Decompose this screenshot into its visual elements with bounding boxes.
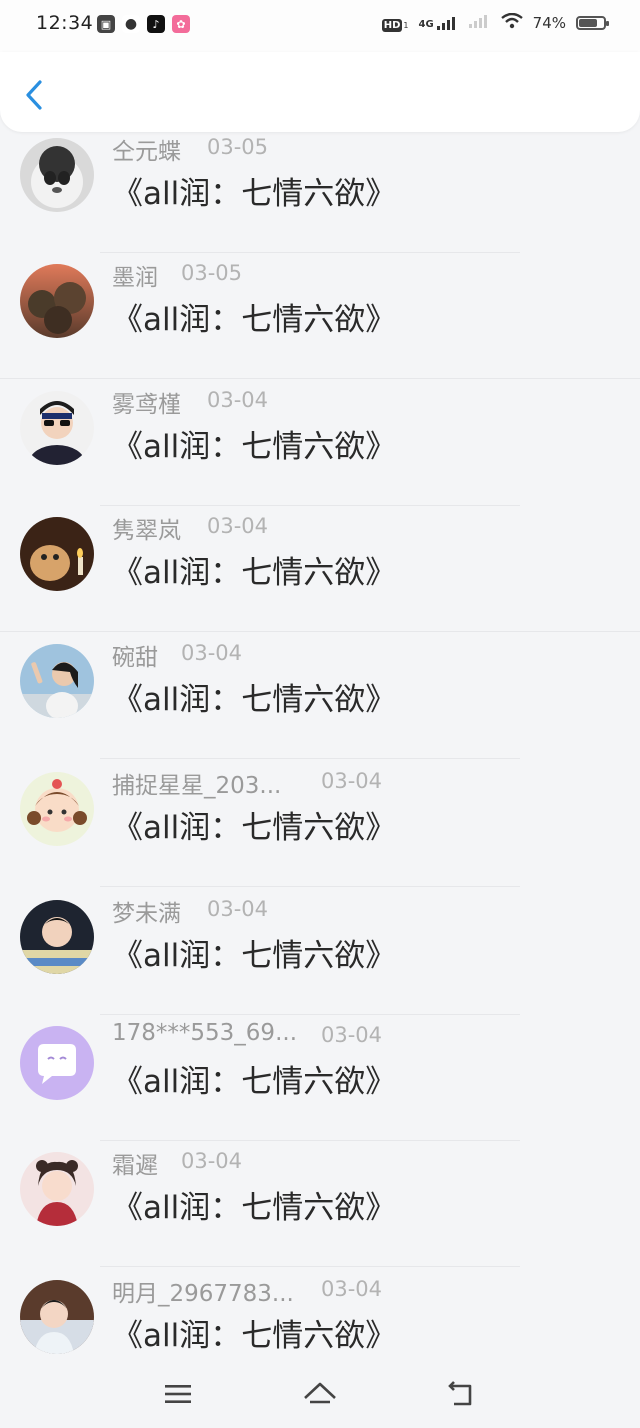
message-text: 《all润：七情六欲》 [112,810,397,846]
message-text: 《all润：七情六欲》 [112,176,397,212]
divider [100,758,520,759]
message-text: 《all润：七情六欲》 [112,1064,397,1100]
avatar [20,644,94,718]
sender-name: 碗甜 [112,645,158,671]
battery-icon [576,16,609,30]
menu-icon [165,1385,191,1403]
sender-name: 梦未满 [112,901,181,927]
list-item[interactable]: 明月_2967783... 03-04 《all润：七情六欲》 [0,1268,640,1362]
message-date: 03-04 [181,1149,243,1173]
pink-app-icon: ✿ [172,15,190,33]
status-time: 12:34 [36,12,94,34]
sender-name: 霜遲 [112,1153,158,1179]
message-text: 《all润：七情六欲》 [112,682,397,718]
back-button[interactable] [22,78,52,112]
message-list: 仝元蝶 03-05 《all润：七情六欲》 墨润 03-05 《all润：七情六… [0,132,640,1362]
message-text: 《all润：七情六欲》 [112,1318,397,1354]
divider [100,1266,520,1267]
list-item[interactable]: 隽翠岚 03-04 《all润：七情六欲》 [0,505,640,632]
message-text: 《all润：七情六欲》 [112,1190,397,1226]
message-date: 03-04 [207,514,269,538]
system-nav-bar [0,1362,640,1428]
message-text: 《all润：七情六欲》 [112,429,397,465]
list-item[interactable]: 仝元蝶 03-05 《all润：七情六欲》 [0,132,640,253]
list-item[interactable]: 178***553_69... 03-04 《all润：七情六欲》 [0,1014,640,1141]
message-text: 《all润：七情六欲》 [112,938,397,974]
list-item[interactable]: 霜遲 03-04 《all润：七情六欲》 [0,1140,640,1267]
message-text: 《all润：七情六欲》 [112,555,397,591]
sender-name: 明月_2967783... [112,1281,294,1307]
chevron-left-icon [26,80,42,110]
notification-icons: ▣ ● ♪ ✿ [97,15,190,33]
list-item[interactable]: 梦未满 03-04 《all润：七情六欲》 [0,888,640,1015]
sender-name: 雾鸢槿 [112,392,181,418]
back-icon [448,1381,472,1406]
message-date: 03-04 [207,897,269,921]
message-date: 03-05 [207,135,269,159]
avatar [20,138,94,212]
message-date: 03-04 [181,641,243,665]
avatar [20,264,94,338]
tiktok-icon: ♪ [147,15,165,33]
divider [100,886,520,887]
menu-button[interactable] [160,1376,196,1412]
message-text: 《all润：七情六欲》 [112,302,397,338]
list-item[interactable]: 碗甜 03-04 《all润：七情六欲》 [0,632,640,759]
avatar [20,1026,94,1100]
avatar [20,517,94,591]
avatar [20,900,94,974]
avatar [20,772,94,846]
message-date: 03-04 [321,1023,383,1047]
signal-empty-icon [468,14,491,32]
message-date: 03-04 [321,769,383,793]
sender-name: 仝元蝶 [112,139,181,165]
sender-name: 捕捉星星_203... [112,773,282,799]
signal-4g-icon: 4G [418,16,458,30]
list-item[interactable]: 捕捉星星_203... 03-04 《all润：七情六欲》 [0,760,640,887]
avatar [20,391,94,465]
message-date: 03-04 [207,388,269,412]
taobao-icon: ▣ [97,15,115,33]
sender-name: 隽翠岚 [112,518,181,544]
home-icon [304,1382,336,1404]
sender-name: 墨润 [112,265,158,291]
home-button[interactable] [302,1376,338,1412]
top-nav-bar [0,52,640,132]
status-indicators: HD 1 4G 74% [381,12,609,33]
message-date: 03-05 [181,261,243,285]
message-date: 03-04 [321,1277,383,1301]
battery-percent: 74% [532,14,566,32]
status-bar: 12:34 ▣ ● ♪ ✿ HD 1 4G 74% [0,0,640,52]
sender-name: 178***553_69... [112,1020,297,1046]
wechat-icon: ● [122,15,140,33]
avatar [20,1152,94,1226]
hd-indicator: HD 1 [381,19,409,32]
back-nav-button[interactable] [444,1376,480,1412]
list-item[interactable]: 墨润 03-05 《all润：七情六欲》 [0,252,640,379]
wifi-icon [500,12,523,33]
avatar [20,1280,94,1354]
list-item[interactable]: 雾鸢槿 03-04 《all润：七情六欲》 [0,379,640,506]
